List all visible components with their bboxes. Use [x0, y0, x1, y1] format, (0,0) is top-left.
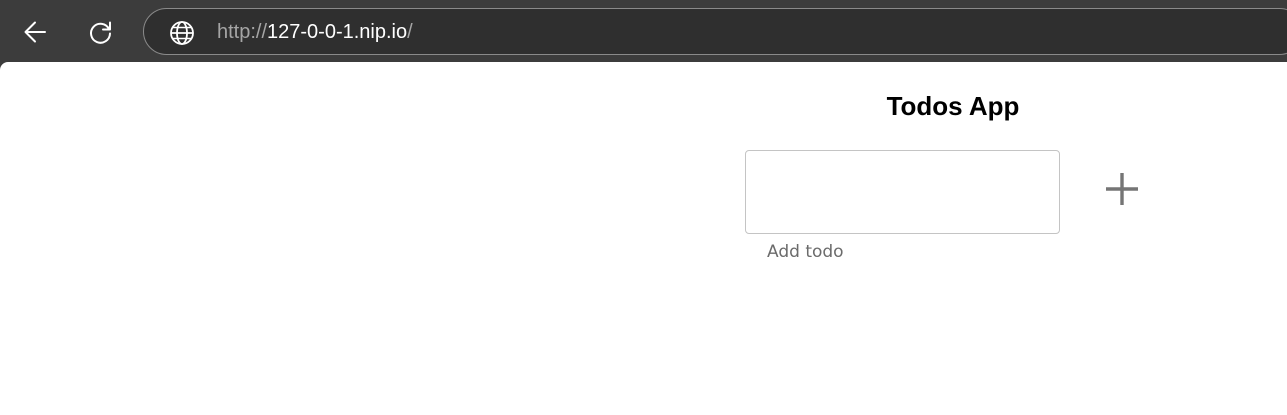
plus-icon: [1106, 173, 1138, 205]
url-scheme: http://: [217, 21, 268, 43]
url-path: /: [407, 21, 413, 43]
add-todo-label: Add todo: [767, 242, 844, 262]
add-todo-input[interactable]: [745, 150, 1060, 234]
url-text: http://127-0-0-1.nip.io/: [217, 20, 413, 44]
reload-button[interactable]: [81, 12, 121, 52]
page-title: Todos App: [886, 91, 1020, 121]
arrow-left-icon: [24, 21, 46, 43]
address-bar[interactable]: http://127-0-0-1.nip.io/: [143, 8, 1287, 55]
browser-toolbar: http://127-0-0-1.nip.io/: [0, 0, 1287, 62]
globe-icon: [170, 21, 194, 45]
back-button[interactable]: [15, 12, 55, 52]
url-host: 127-0-0-1.nip.io: [267, 21, 408, 43]
add-todo-button[interactable]: [1097, 164, 1147, 214]
reload-icon: [90, 21, 111, 44]
page-content: Todos App Add todo: [0, 62, 1287, 415]
